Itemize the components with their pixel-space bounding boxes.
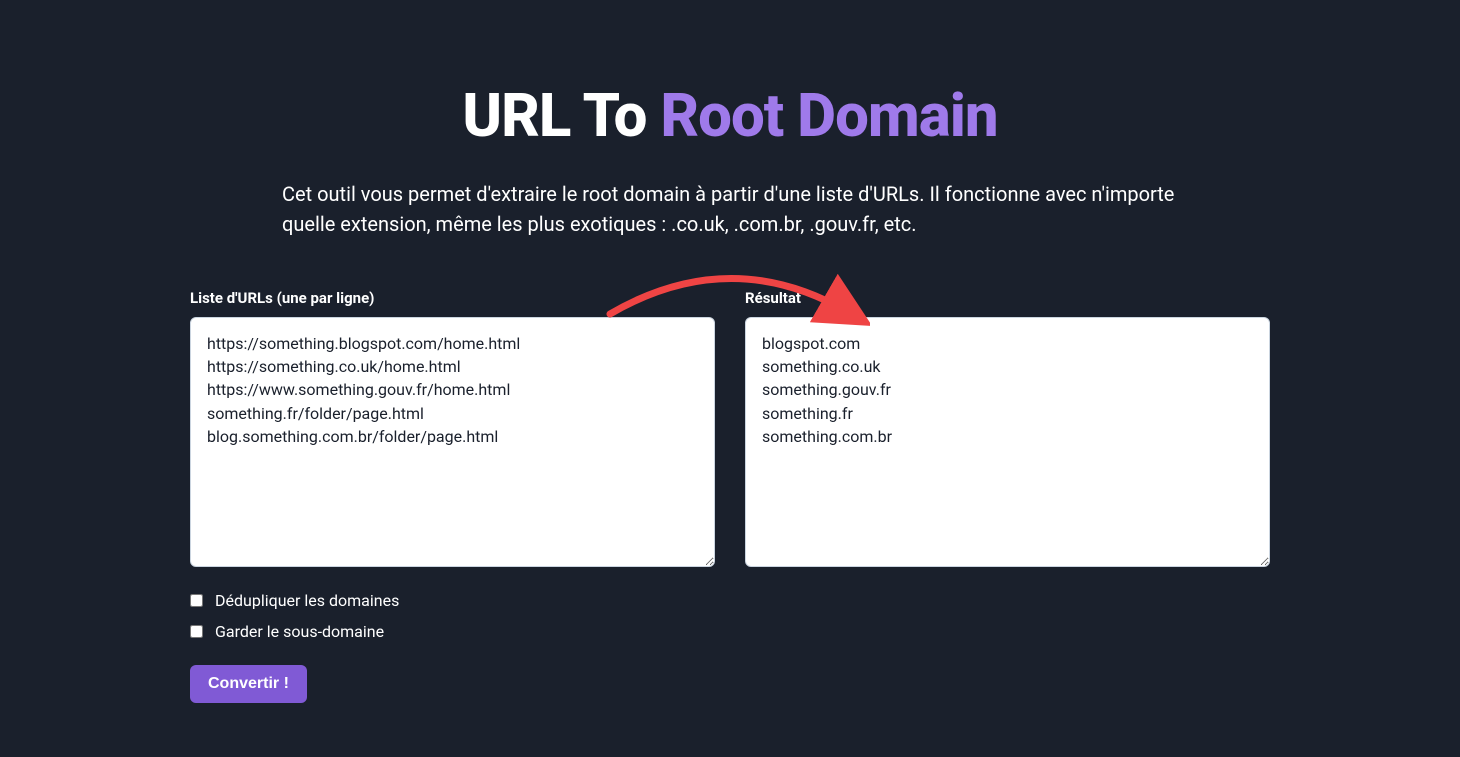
form-area: Liste d'URLs (une par ligne) Résultat Dé… — [190, 289, 1270, 703]
main-container: URL To Root Domain Cet outil vous permet… — [140, 0, 1320, 743]
url-input[interactable] — [190, 317, 715, 567]
columns: Liste d'URLs (une par ligne) Résultat — [190, 289, 1270, 571]
convert-button[interactable]: Convertir ! — [190, 665, 307, 703]
title-part1: URL To — [462, 80, 660, 151]
dedupe-checkbox[interactable] — [190, 594, 203, 607]
input-column: Liste d'URLs (une par ligne) — [190, 289, 715, 571]
output-label: Résultat — [745, 289, 1270, 307]
keep-subdomain-checkbox[interactable] — [190, 625, 203, 638]
keep-subdomain-label[interactable]: Garder le sous-domaine — [215, 622, 384, 641]
dedupe-label[interactable]: Dédupliquer les domaines — [215, 591, 399, 610]
page-description: Cet outil vous permet d'extraire le root… — [190, 179, 1270, 239]
option-subdomain: Garder le sous-domaine — [190, 622, 1270, 641]
result-output[interactable] — [745, 317, 1270, 567]
options-group: Dédupliquer les domaines Garder le sous-… — [190, 591, 1270, 641]
option-dedupe: Dédupliquer les domaines — [190, 591, 1270, 610]
input-label: Liste d'URLs (une par ligne) — [190, 289, 715, 307]
output-column: Résultat — [745, 289, 1270, 571]
title-part2: Root Domain — [660, 80, 997, 151]
page-title: URL To Root Domain — [190, 80, 1270, 151]
